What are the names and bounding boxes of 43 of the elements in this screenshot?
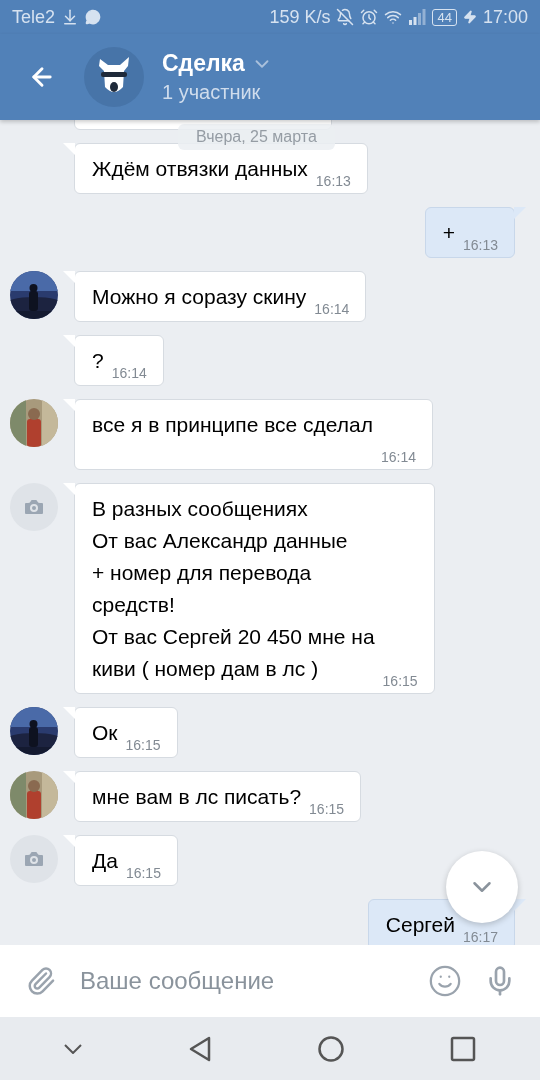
alarm-icon: [360, 8, 379, 26]
message-time: 16:15: [125, 737, 161, 753]
recents-square-icon: [449, 1035, 476, 1062]
member-count: 1 участник: [162, 81, 262, 104]
message-time: 16:15: [125, 865, 161, 881]
clock: 17:00: [482, 6, 528, 28]
signal-icon: [408, 9, 427, 25]
message-text: мне вам в лс писать?: [92, 784, 302, 810]
date-label: Вчера, 25 марта: [178, 124, 335, 150]
message-text: Ок: [92, 720, 118, 746]
carrier-name: Tele2: [12, 6, 56, 28]
message-text: Ждём отвязки данных: [92, 156, 308, 182]
message-input[interactable]: Ваше сообщение: [78, 966, 406, 996]
message-time: 16:15: [382, 673, 418, 689]
message-text: Можно я соразу скину: [92, 284, 307, 310]
network-speed: 159 K/s: [269, 6, 331, 28]
camera-icon: [10, 483, 58, 531]
message-time: 16:14: [381, 449, 417, 465]
attach-icon[interactable]: [26, 966, 56, 996]
emoji-icon[interactable]: [428, 964, 462, 998]
charging-icon: [462, 10, 477, 24]
message-time: 16:14: [111, 365, 147, 381]
home-circle-icon: [317, 1034, 346, 1063]
message-text: все я в принципе все сделал: [92, 412, 374, 438]
camera-icon: [10, 835, 58, 883]
message-time: 16:15: [309, 801, 345, 817]
chat-icon: [85, 9, 102, 25]
message-text: +: [442, 220, 455, 246]
message-text: ?: [92, 348, 104, 374]
message-time: 16:13: [462, 237, 498, 253]
chevron-down-icon: [64, 1043, 83, 1054]
message-field[interactable]: Ваше сообщение: [0, 945, 540, 1017]
message-text: Сергей: [385, 912, 455, 938]
battery-level: 44: [432, 8, 457, 26]
message-time: 16:17: [462, 929, 498, 945]
message-time: 16:14: [314, 301, 350, 317]
wifi-icon: [384, 8, 403, 26]
message-text: В разных сообщениях От вас Александр данные + номер для перевода средств! От вас Сергей 20 450 мне на киви ( номер дам в лс ): [92, 496, 375, 682]
chat-title[interactable]: Сделка: [162, 50, 245, 77]
mute-icon: [336, 8, 355, 26]
dog-logo-icon: [84, 47, 144, 107]
message-time: 16:13: [315, 173, 351, 189]
message-text: Да: [92, 848, 118, 874]
